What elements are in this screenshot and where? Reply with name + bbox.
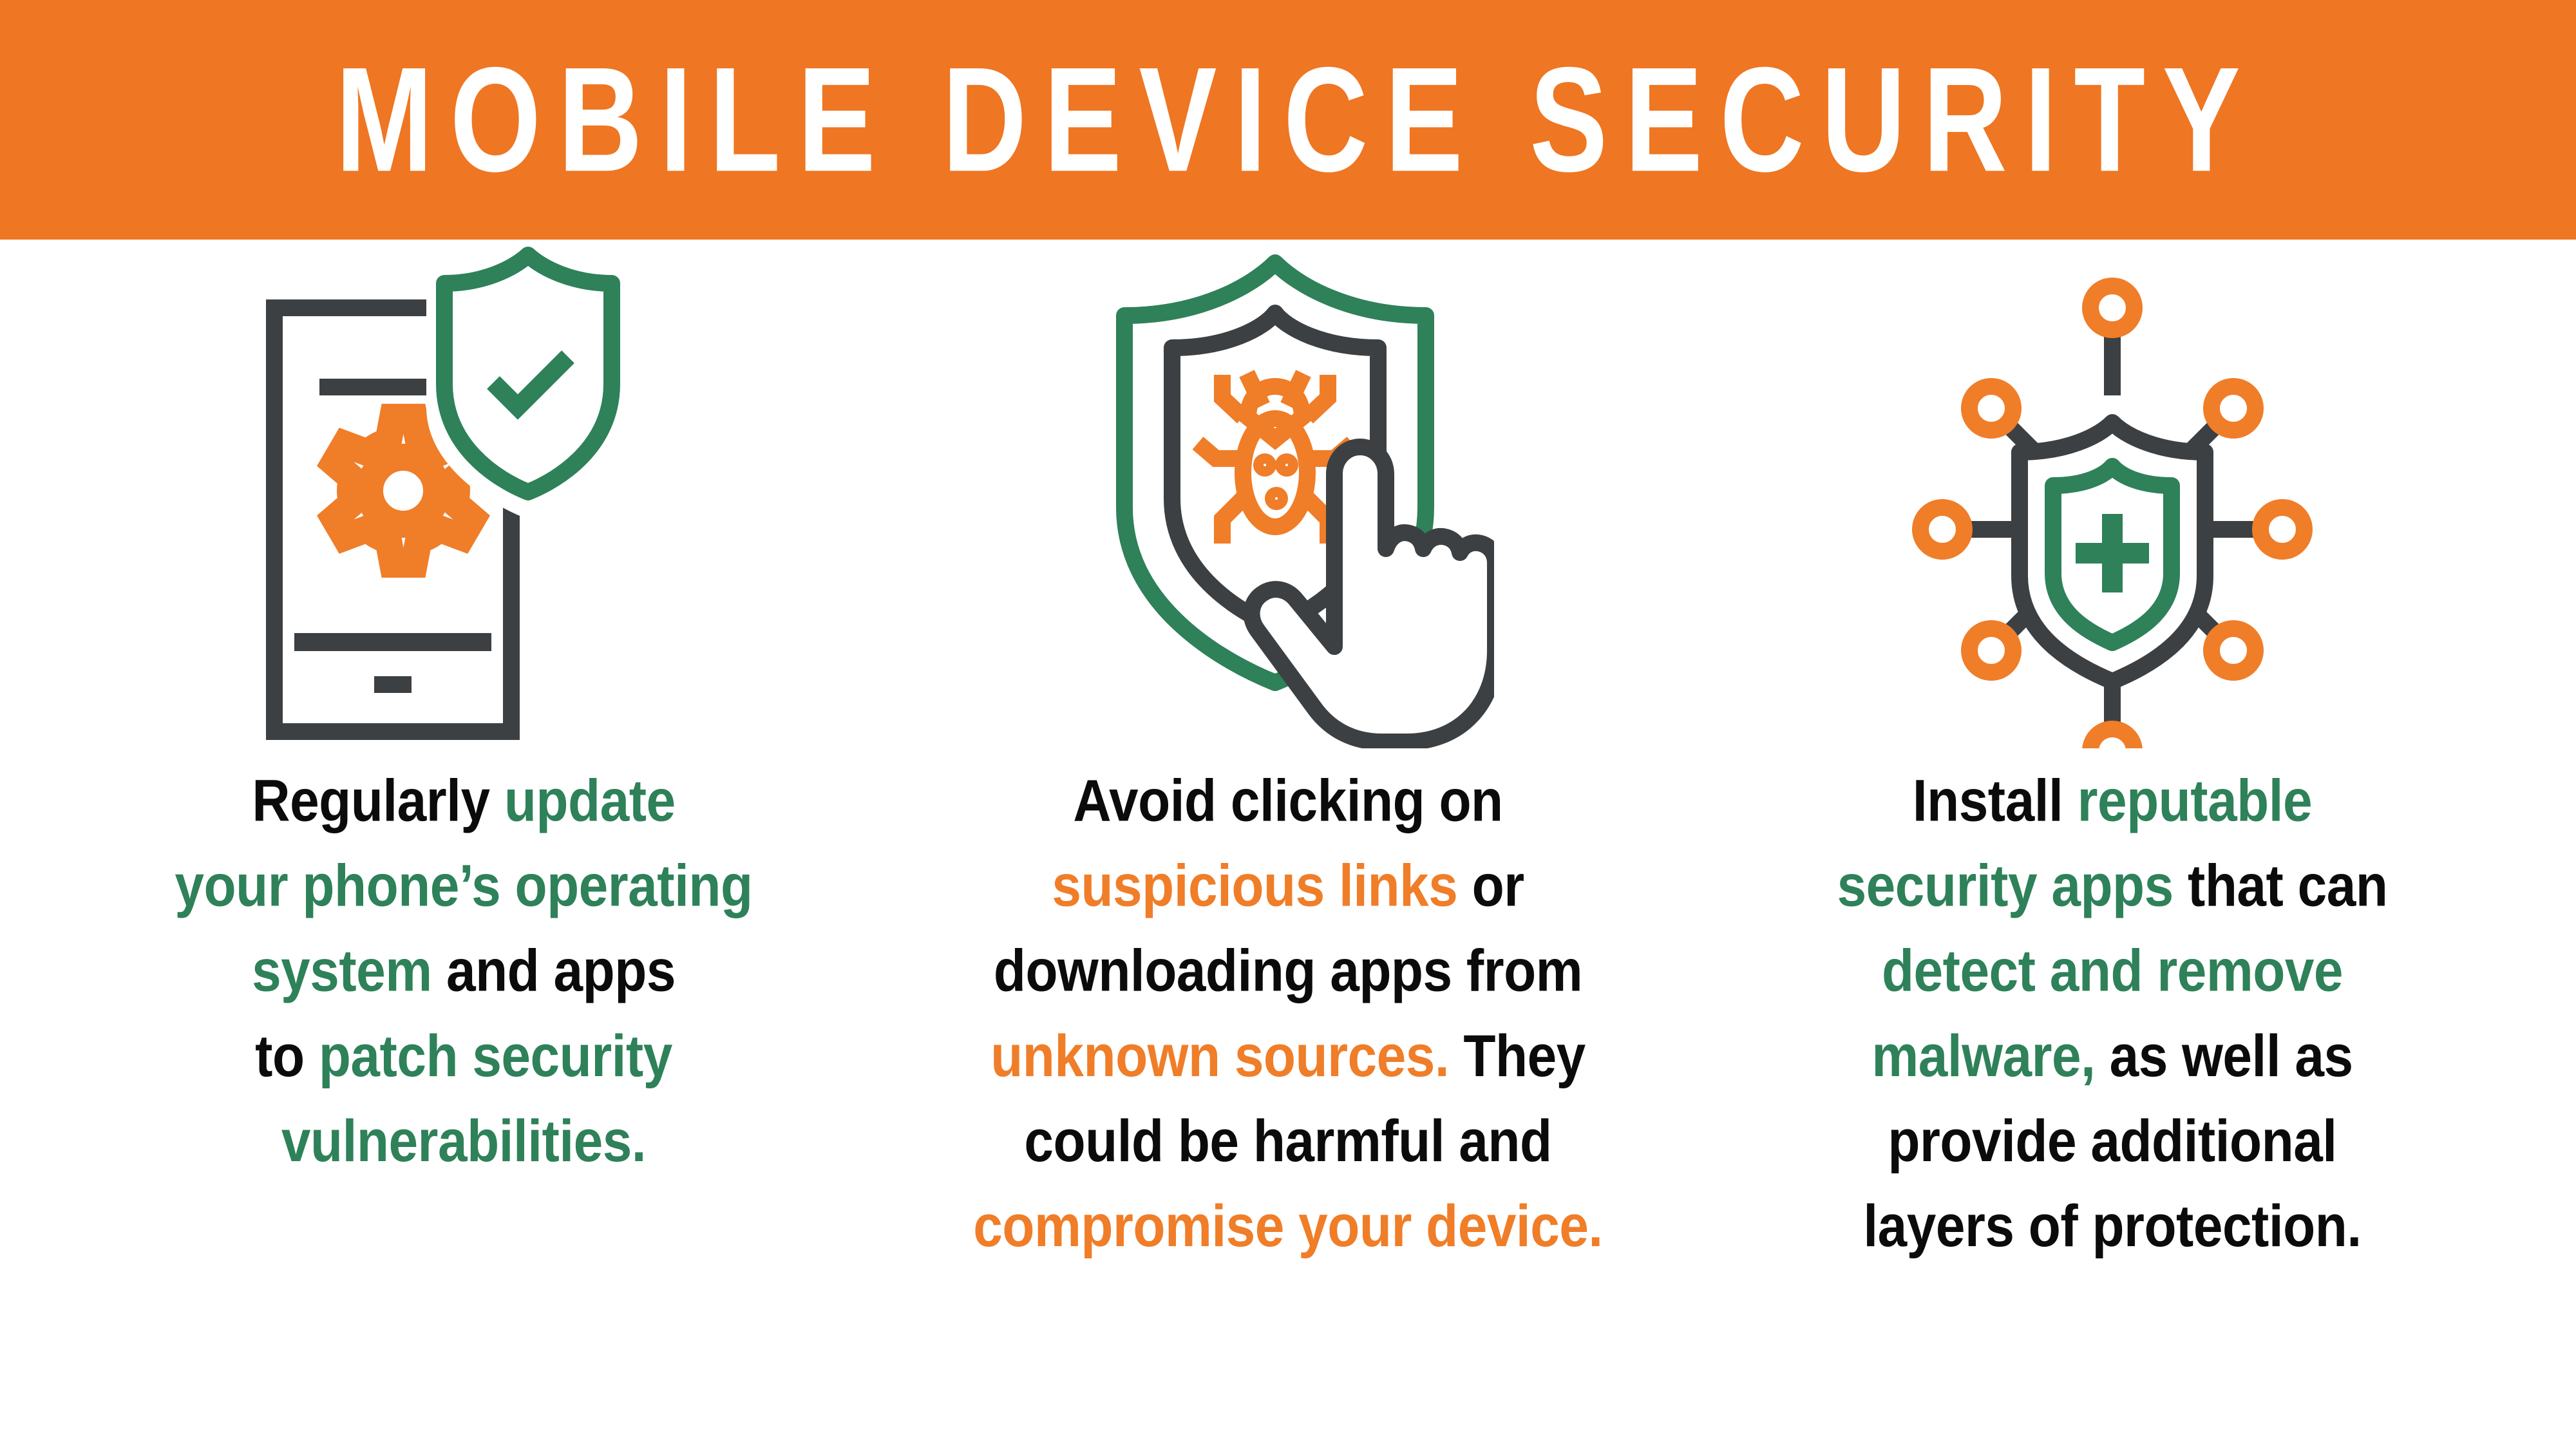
phone-gear-shield-check-icon bbox=[266, 246, 630, 740]
node-top bbox=[2082, 278, 2143, 338]
caption-run: reputable bbox=[2077, 768, 2313, 834]
icon-slot-3 bbox=[1713, 240, 2512, 755]
column-avoid-links: Avoid clicking on suspicious links or down… bbox=[889, 240, 1687, 1260]
caption-run: compromise your device. bbox=[973, 1193, 1603, 1260]
node-bottom-right bbox=[2203, 620, 2264, 681]
caption-run: malware, bbox=[1871, 1023, 2096, 1090]
caption-3: Install reputable security apps that can d… bbox=[1758, 759, 2467, 1269]
caption-run: They bbox=[1449, 1023, 1586, 1090]
caption-2: Avoid clicking on suspicious links or down… bbox=[934, 759, 1642, 1269]
caption-line: detect and remove bbox=[1758, 929, 2467, 1014]
caption-run: to bbox=[255, 1023, 319, 1090]
shield-check-icon bbox=[436, 247, 620, 500]
caption-line: could be harmful and bbox=[934, 1099, 1642, 1184]
caption-run: your phone’s operating bbox=[175, 853, 753, 919]
caption-run: layers of protection. bbox=[1863, 1193, 2362, 1260]
caption-line: malware, as well as bbox=[1758, 1014, 2467, 1099]
caption-line: system and apps bbox=[109, 929, 818, 1014]
page-title: MOBILE DEVICE SECURITY bbox=[336, 36, 2258, 203]
phone-home-button bbox=[374, 676, 412, 693]
caption-line: Regularly update bbox=[109, 759, 818, 844]
shield-outline bbox=[436, 247, 620, 500]
infographic-page: MOBILE DEVICE SECURITY Regularly update … bbox=[0, 0, 2576, 1449]
caption-line: unknown sources. They bbox=[934, 1014, 1642, 1099]
caption-run: Regularly bbox=[252, 768, 504, 834]
caption-run: downloading apps from bbox=[993, 938, 1583, 1004]
caption-run: and apps bbox=[431, 938, 676, 1004]
column-update-os: Regularly update your phone’s operating sy… bbox=[64, 240, 863, 1174]
caption-line: provide additional bbox=[1758, 1099, 2467, 1184]
columns-container: Regularly update your phone’s operating sy… bbox=[0, 240, 2576, 1449]
column-install-apps: Install reputable security apps that can d… bbox=[1713, 240, 2512, 1260]
node-right bbox=[2252, 499, 2313, 560]
caption-run: vulnerabilities. bbox=[281, 1108, 647, 1175]
caption-line: Avoid clicking on bbox=[934, 759, 1642, 844]
node-left bbox=[1912, 499, 1973, 560]
caption-run: unknown sources. bbox=[990, 1023, 1450, 1090]
caption-run: system bbox=[252, 938, 432, 1004]
caption-line: Install reputable bbox=[1758, 759, 2467, 844]
caption-run: could be harmful and bbox=[1024, 1108, 1552, 1175]
caption-line: your phone’s operating bbox=[109, 844, 818, 929]
icon-slot-1 bbox=[64, 240, 863, 755]
icon-slot-2 bbox=[889, 240, 1687, 755]
shield-network-nodes-icon bbox=[1912, 278, 2313, 748]
caption-line: suspicious links or bbox=[934, 844, 1642, 929]
caption-run: security apps bbox=[1837, 853, 2174, 919]
caption-run: detect and remove bbox=[1881, 938, 2344, 1004]
header-banner: MOBILE DEVICE SECURITY bbox=[0, 0, 2576, 240]
caption-run: update bbox=[504, 768, 676, 834]
caption-run: patch security bbox=[318, 1023, 672, 1090]
caption-run: or bbox=[1457, 853, 1525, 919]
node-bottom-left bbox=[1961, 620, 2022, 681]
caption-run: that can bbox=[2173, 853, 2388, 919]
caption-run: Avoid clicking on bbox=[1073, 768, 1503, 834]
caption-line: to patch security bbox=[109, 1014, 818, 1099]
phone-screen-divider bbox=[294, 633, 491, 651]
caption-line: security apps that can bbox=[1758, 844, 2467, 929]
node-bottom bbox=[2082, 721, 2143, 748]
shield-bug-hand-icon bbox=[1116, 254, 1494, 748]
caption-run: as well as bbox=[2095, 1023, 2353, 1090]
caption-run: Install bbox=[1912, 768, 2078, 834]
caption-line: downloading apps from bbox=[934, 929, 1642, 1014]
caption-run: suspicious links bbox=[1052, 853, 1458, 919]
node-top-left bbox=[1961, 378, 2022, 439]
caption-1: Regularly update your phone’s operating sy… bbox=[109, 759, 818, 1184]
caption-line: layers of protection. bbox=[1758, 1184, 2467, 1269]
caption-line: compromise your device. bbox=[934, 1184, 1642, 1269]
caption-run: provide additional bbox=[1888, 1108, 2337, 1175]
node-top-right bbox=[2203, 378, 2264, 439]
caption-line: vulnerabilities. bbox=[109, 1099, 818, 1184]
